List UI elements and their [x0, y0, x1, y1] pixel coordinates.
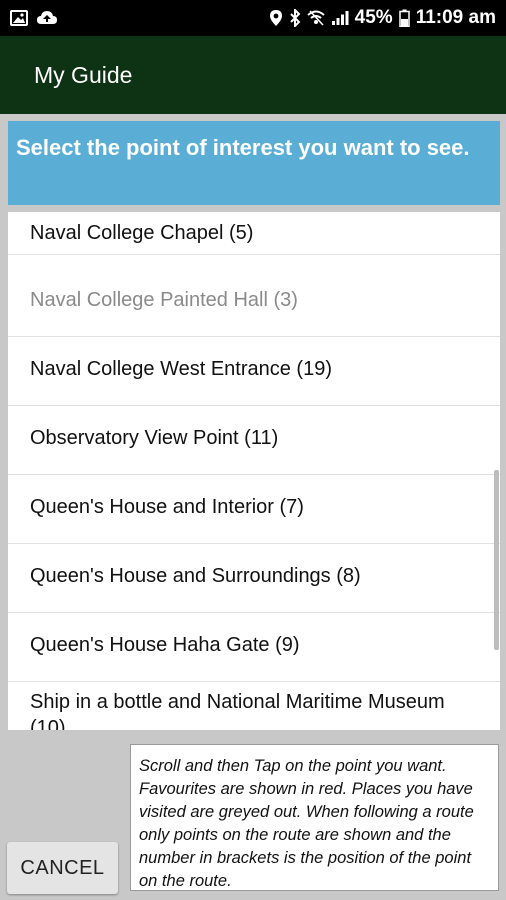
status-bar: 45% 11:09 am — [0, 0, 506, 36]
signal-icon — [331, 10, 349, 26]
list-item-label: Naval College West Entrance (19) — [30, 358, 332, 380]
battery-percentage: 45% — [354, 7, 393, 28]
cloud-upload-icon — [36, 10, 58, 26]
list-item-label: Queen's House and Interior (7) — [30, 496, 304, 518]
list-item-label: Queen's House and Surroundings (8) — [30, 565, 361, 587]
status-left — [10, 10, 58, 26]
list-item[interactable]: Naval College West Entrance (19) — [8, 337, 500, 406]
list-item-label: Observatory View Point (11) — [30, 427, 279, 449]
list-scrollbar[interactable] — [494, 470, 499, 650]
instruction-text: Select the point of interest you want to… — [16, 135, 470, 160]
list-item-label: Naval College Chapel (5) — [30, 222, 254, 244]
help-text: Scroll and then Tap on the point you wan… — [139, 757, 474, 890]
wifi-off-icon — [307, 9, 325, 27]
list-item[interactable]: Naval College Painted Hall (3) — [8, 268, 500, 337]
app-title: My Guide — [34, 61, 133, 88]
list-item[interactable]: Naval College Chapel (5) — [8, 212, 500, 255]
list-item[interactable]: Queen's House Haha Gate (9) — [8, 613, 500, 682]
image-icon — [10, 10, 28, 26]
list-item-label: Queen's House Haha Gate (9) — [30, 634, 300, 656]
list-item[interactable]: Queen's House and Surroundings (8) — [8, 544, 500, 613]
location-icon — [269, 9, 283, 27]
list-item[interactable]: Queen's House and Interior (7) — [8, 475, 500, 544]
battery-icon — [398, 9, 410, 27]
status-time: 11:09 am — [415, 7, 496, 28]
help-text-box: Scroll and then Tap on the point you wan… — [130, 744, 499, 891]
app-bar: My Guide — [0, 36, 506, 114]
status-right: 45% 11:09 am — [269, 7, 496, 29]
list-item-label: Naval College Painted Hall (3) — [30, 289, 298, 311]
cancel-button[interactable]: CANCEL — [7, 842, 118, 894]
list-item[interactable]: Observatory View Point (11) — [8, 406, 500, 475]
instruction-header: Select the point of interest you want to… — [8, 121, 500, 205]
list-item-label: Ship in a bottle and National Maritime M… — [30, 691, 445, 730]
list-item[interactable]: Ship in a bottle and National Maritime M… — [8, 682, 500, 730]
bluetooth-icon — [289, 9, 301, 27]
poi-list[interactable]: Naval College Chapel (5) Naval College P… — [8, 212, 500, 730]
